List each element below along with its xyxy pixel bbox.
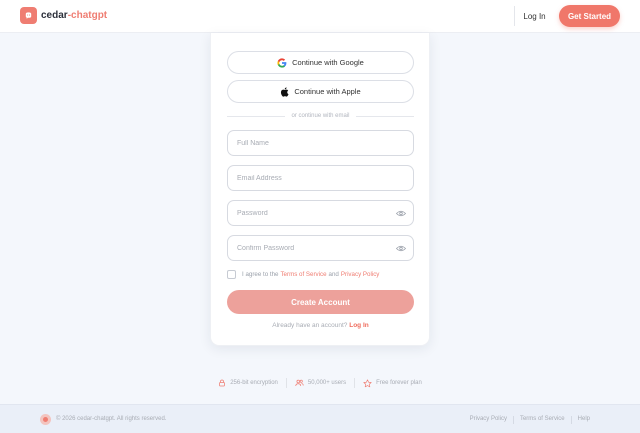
footer-links: Privacy Policy Terms of Service Help (464, 416, 596, 424)
password-field-wrapper (227, 200, 414, 226)
confirm-password-input[interactable] (228, 236, 413, 260)
apple-icon (281, 86, 289, 97)
footer-copyright: © 2026 cedar-chatgpt. All rights reserve… (56, 416, 167, 422)
brand-name-main: cedar (41, 10, 68, 21)
full-name-input[interactable] (228, 131, 413, 155)
footer-link-help[interactable]: Help (572, 416, 596, 424)
eye-icon[interactable] (396, 209, 406, 218)
footer-link-terms[interactable]: Terms of Service (514, 416, 571, 424)
get-started-button[interactable]: Get Started (559, 5, 620, 27)
privacy-policy-link[interactable]: Privacy Policy (341, 271, 380, 278)
google-icon (277, 57, 287, 68)
brand-name-accent: -chatgpt (67, 10, 108, 21)
terms-agreement: I agree to the Terms of Service and Priv… (227, 269, 414, 279)
signup-card: Continue with Google Continue with Apple… (210, 33, 430, 346)
divider-line-left (227, 115, 286, 117)
email-field-wrapper (227, 165, 414, 191)
or-divider: or continue with email (227, 111, 414, 121)
login-link[interactable]: Log In (349, 322, 369, 329)
users-icon (295, 379, 304, 387)
trust-badges: 256-bit encryption 50,000+ users Free fo… (0, 378, 640, 388)
agree-prefix: I agree to the (242, 270, 279, 278)
have-account-prompt: Already have an account? Log In (227, 322, 414, 332)
footer-logo-icon (40, 414, 51, 425)
badge-users: 50,000+ users (287, 379, 354, 387)
header-login-button[interactable]: Log In (514, 6, 554, 26)
confirm-password-field-wrapper (227, 235, 414, 261)
create-account-button[interactable]: Create Account (227, 290, 414, 314)
badge-label: 256-bit encryption (230, 380, 278, 386)
star-icon (363, 378, 372, 387)
apple-signin-label: Continue with Apple (294, 87, 361, 96)
terms-of-service-link[interactable]: Terms of Service (280, 271, 326, 278)
terms-checkbox[interactable] (227, 269, 236, 279)
brand-name[interactable]: cedar-chatgpt (41, 10, 107, 22)
lock-icon (219, 379, 226, 387)
google-signin-button[interactable]: Continue with Google (227, 51, 414, 74)
badge-label: 50,000+ users (307, 380, 347, 386)
footer-link-privacy[interactable]: Privacy Policy (464, 416, 513, 424)
google-signin-label: Continue with Google (292, 58, 364, 67)
divider-line-right (355, 115, 414, 117)
password-input[interactable] (228, 201, 413, 225)
page-footer: © 2026 cedar-chatgpt. All rights reserve… (0, 404, 640, 433)
badge-free-plan: Free forever plan (355, 378, 430, 388)
have-account-text: Already have an account? (272, 322, 348, 329)
apple-signin-button[interactable]: Continue with Apple (227, 80, 414, 103)
divider-text: or continue with email (291, 113, 350, 119)
full-name-field-wrapper (227, 130, 414, 156)
badge-encryption: 256-bit encryption (210, 379, 286, 387)
logo-icon[interactable] (20, 7, 37, 24)
email-input[interactable] (228, 166, 413, 190)
agree-and: and (328, 270, 339, 278)
badge-label: Free forever plan (376, 380, 422, 386)
eye-icon[interactable] (396, 244, 406, 253)
top-header: cedar-chatgpt Log In Get Started (0, 0, 640, 33)
